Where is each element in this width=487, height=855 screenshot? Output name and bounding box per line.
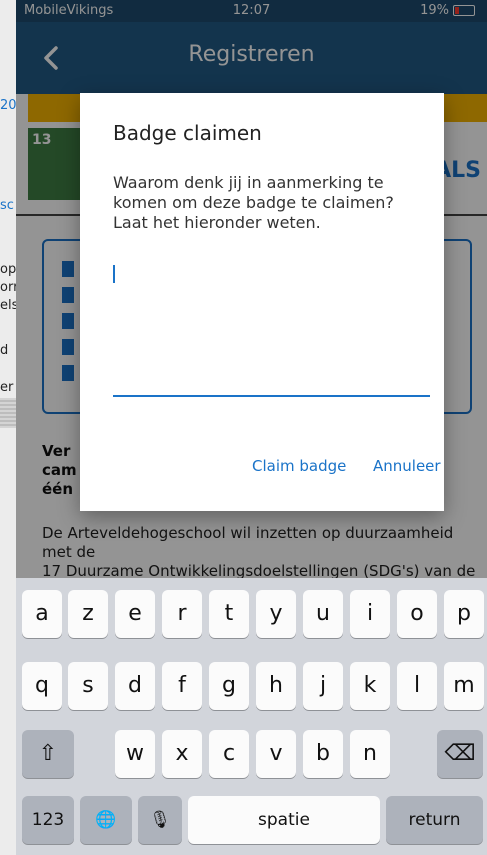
dialog-title: Badge claimen [113, 121, 262, 145]
key-k[interactable]: k [350, 662, 390, 710]
phone-screen: MobileVikings 12:07 19% Registreren 13 A… [16, 0, 487, 855]
key-y[interactable]: y [256, 590, 296, 638]
delete-icon: ⌫ [444, 741, 476, 766]
key-l[interactable]: l [397, 662, 437, 710]
shift-icon: ⇧ [38, 741, 58, 766]
key-i[interactable]: i [350, 590, 390, 638]
background-fragment: op [0, 262, 16, 277]
mic-key[interactable]: 🎙 [138, 796, 182, 844]
key-j[interactable]: j [303, 662, 343, 710]
key-m[interactable]: m [444, 662, 484, 710]
key-v[interactable]: v [256, 730, 296, 778]
background-fragment: orr [0, 280, 16, 295]
key-e[interactable]: e [115, 590, 155, 638]
numbers-key[interactable]: 123 [22, 796, 74, 844]
key-g[interactable]: g [209, 662, 249, 710]
space-key[interactable]: spatie [188, 796, 380, 844]
key-d[interactable]: d [115, 662, 155, 710]
delete-key[interactable]: ⌫ [437, 730, 483, 778]
background-screen-strip: 20 sc op orr els d er [0, 0, 16, 855]
key-z[interactable]: z [68, 590, 108, 638]
dialog-message: Waarom denk jij in aanmerking te komen o… [113, 173, 423, 233]
key-x[interactable]: x [162, 730, 202, 778]
key-u[interactable]: u [303, 590, 343, 638]
key-b[interactable]: b [303, 730, 343, 778]
keyboard: a z e r t y u i o p q s d f g h j k l m … [16, 578, 487, 855]
reason-input[interactable] [113, 253, 430, 397]
return-key[interactable]: return [386, 796, 483, 844]
dialog-message-line: komen om deze badge te claimen? [113, 193, 394, 212]
globe-icon: 🌐 [95, 810, 117, 830]
dialog-message-line: Laat het hieronder weten. [113, 213, 321, 232]
key-c[interactable]: c [209, 730, 249, 778]
shift-key[interactable]: ⇧ [22, 730, 74, 778]
microphone-icon: 🎙 [149, 810, 171, 830]
key-h[interactable]: h [256, 662, 296, 710]
key-t[interactable]: t [209, 590, 249, 638]
claim-badge-button[interactable]: Claim badge [252, 457, 346, 475]
background-fragment: 20 [0, 98, 16, 113]
background-fragment: d [0, 343, 9, 358]
key-s[interactable]: s [68, 662, 108, 710]
background-divider [0, 398, 16, 428]
reason-input-underline [113, 395, 430, 397]
key-w[interactable]: w [115, 730, 155, 778]
key-n[interactable]: n [350, 730, 390, 778]
key-f[interactable]: f [162, 662, 202, 710]
dialog-message-line: Waarom denk jij in aanmerking te [113, 173, 384, 192]
key-a[interactable]: a [22, 590, 62, 638]
globe-key[interactable]: 🌐 [80, 796, 132, 844]
cancel-button[interactable]: Annuleer [373, 457, 441, 475]
background-fragment: er [0, 380, 14, 395]
key-o[interactable]: o [397, 590, 437, 638]
background-fragment: sc [0, 198, 14, 213]
background-fragment: els [0, 298, 16, 313]
key-q[interactable]: q [22, 662, 62, 710]
key-p[interactable]: p [444, 590, 484, 638]
key-r[interactable]: r [162, 590, 202, 638]
claim-badge-dialog: Badge claimen Waarom denk jij in aanmerk… [80, 93, 444, 511]
